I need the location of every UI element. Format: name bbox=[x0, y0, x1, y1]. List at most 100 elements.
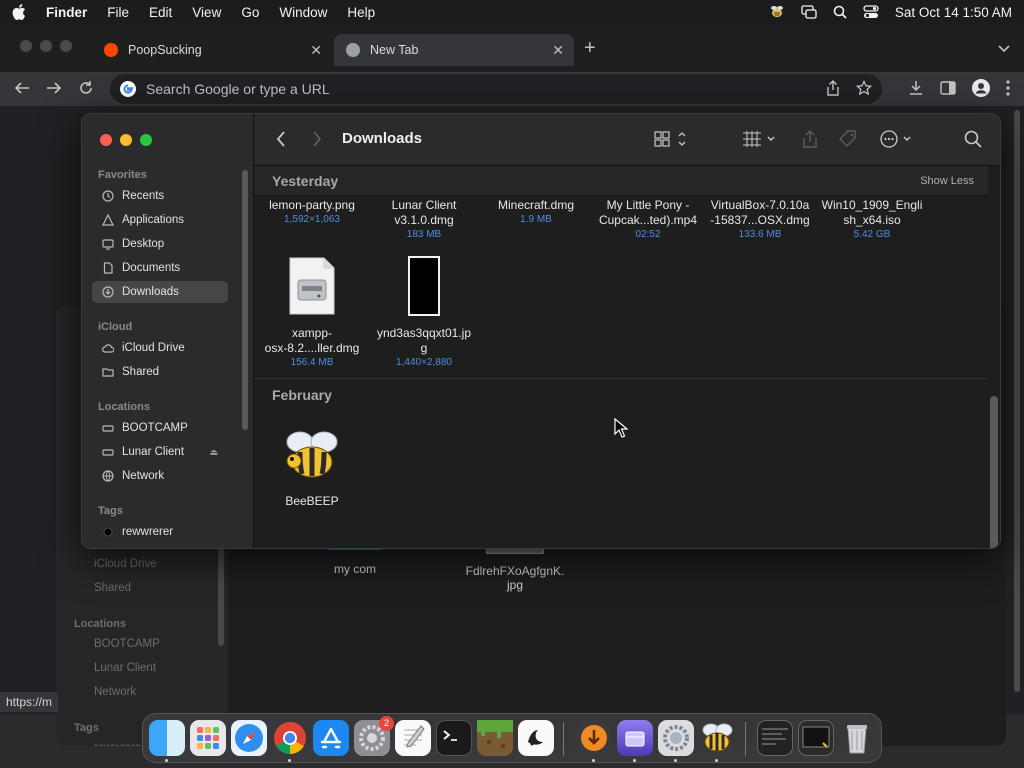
more-actions-icon[interactable] bbox=[880, 130, 916, 151]
sidebar-item-applications[interactable]: Applications bbox=[92, 209, 228, 231]
sidebar-section-locations: Locations bbox=[74, 618, 126, 630]
tab-title: PoopSucking bbox=[128, 43, 202, 57]
menu-view[interactable]: View bbox=[192, 5, 221, 20]
apple-menu-icon[interactable] bbox=[12, 4, 30, 20]
sidebar-item-lunar-client[interactable]: Lunar Client bbox=[94, 662, 156, 674]
menu-clock[interactable]: Sat Oct 14 1:50 AM bbox=[895, 5, 1012, 20]
forward-arrow-icon[interactable] bbox=[46, 80, 62, 99]
search-icon[interactable] bbox=[964, 130, 982, 151]
settings-gear-icon[interactable] bbox=[658, 720, 694, 756]
share-icon[interactable] bbox=[802, 130, 818, 151]
sidebar-item-desktop[interactable]: Desktop bbox=[92, 233, 228, 255]
side-panel-icon[interactable] bbox=[940, 81, 956, 98]
zoom-window-icon[interactable] bbox=[60, 40, 72, 52]
back-arrow-icon[interactable] bbox=[14, 80, 30, 99]
share-icon[interactable] bbox=[826, 79, 840, 99]
sidebar-tag-rewwrerer[interactable]: rewwrerer bbox=[92, 521, 228, 543]
menu-window[interactable]: Window bbox=[279, 5, 327, 20]
sidebar-item-network[interactable]: Network bbox=[94, 686, 136, 698]
sidebar-item-shared[interactable]: Shared bbox=[94, 582, 131, 594]
bee-icon[interactable] bbox=[699, 720, 735, 756]
screen-mirroring-icon[interactable] bbox=[801, 5, 817, 19]
menu-edit[interactable]: Edit bbox=[149, 5, 172, 20]
tab-poopsucking[interactable]: PoopSucking ✕ bbox=[92, 34, 332, 66]
safari-icon[interactable] bbox=[231, 720, 267, 756]
back-chevron-icon[interactable] bbox=[276, 130, 286, 151]
kebab-menu-icon[interactable] bbox=[1006, 80, 1010, 99]
bee-status-icon[interactable] bbox=[769, 5, 785, 19]
sidebar-item-label: Applications bbox=[122, 214, 185, 226]
sidebar-item-recents[interactable]: Recents bbox=[92, 185, 228, 207]
new-tab-button[interactable]: + bbox=[584, 38, 596, 58]
file-win10-iso[interactable]: Win10_1909_Engli sh_x64.iso 5.42 GB bbox=[816, 198, 928, 242]
tab-search-chevron-icon[interactable] bbox=[998, 42, 1010, 56]
close-window-icon[interactable] bbox=[20, 40, 32, 52]
file-lemon-party-png[interactable]: lemon-party.png 1,592×1,063 bbox=[256, 198, 368, 227]
sidebar-item-label: Downloads bbox=[122, 286, 179, 298]
menu-file[interactable]: File bbox=[107, 5, 129, 20]
textedit-icon[interactable] bbox=[395, 720, 431, 756]
close-tab-icon[interactable]: ✕ bbox=[552, 42, 564, 59]
sidebar-tag-rewwrerer[interactable]: rewwrerer bbox=[94, 742, 145, 746]
sidebar-scrollbar[interactable] bbox=[242, 170, 248, 430]
minimize-window-icon[interactable] bbox=[120, 134, 132, 146]
downloader-icon[interactable] bbox=[576, 720, 612, 756]
installer-icon[interactable] bbox=[617, 720, 653, 756]
file-lunar-client-dmg[interactable]: Lunar Client v3.1.0.dmg 183 MB bbox=[368, 198, 480, 242]
browser-scrollbar[interactable] bbox=[1014, 110, 1020, 692]
show-less-button[interactable]: Show Less bbox=[920, 175, 974, 187]
view-mode-grid-icon[interactable] bbox=[654, 130, 688, 151]
tag-icon[interactable] bbox=[838, 130, 858, 151]
file-minecraft-dmg[interactable]: Minecraft.dmg 1.9 MB bbox=[480, 198, 592, 227]
sidebar-item-shared[interactable]: Shared bbox=[92, 361, 228, 383]
close-tab-icon[interactable]: ✕ bbox=[310, 42, 322, 59]
settings-icon[interactable]: 2 bbox=[354, 716, 394, 756]
sidebar-item-bootcamp[interactable]: BOOTCAMP bbox=[92, 417, 228, 439]
sidebar-item-lunar-client[interactable]: Lunar Client ⏏ bbox=[92, 441, 228, 463]
spotlight-search-icon[interactable] bbox=[833, 5, 847, 19]
trash-icon[interactable] bbox=[839, 720, 875, 756]
chrome-icon[interactable] bbox=[272, 720, 308, 756]
control-center-icon[interactable] bbox=[863, 5, 879, 19]
file-xampp-dmg[interactable]: xampp- osx-8.2....ller.dmg 156.4 MB bbox=[256, 256, 368, 370]
sidebar-item-network[interactable]: Network bbox=[92, 465, 228, 487]
menu-help[interactable]: Help bbox=[347, 5, 375, 20]
forward-chevron-icon[interactable] bbox=[312, 130, 322, 151]
zoom-window-icon[interactable] bbox=[140, 134, 152, 146]
finder-icon[interactable] bbox=[149, 720, 185, 756]
file-name-line-1: Lunar Client bbox=[391, 198, 457, 212]
file-beebeep-app[interactable]: BeeBEEP bbox=[256, 428, 368, 509]
bookmark-star-icon[interactable] bbox=[855, 79, 873, 99]
app-store-icon[interactable] bbox=[313, 720, 349, 756]
lunar-client-icon[interactable] bbox=[518, 720, 554, 756]
close-window-icon[interactable] bbox=[100, 134, 112, 146]
menu-go[interactable]: Go bbox=[241, 5, 259, 20]
group-by-icon[interactable] bbox=[742, 130, 778, 151]
omnibox[interactable]: Search Google or type a URL bbox=[110, 74, 882, 104]
sidebar-item-documents[interactable]: Documents bbox=[92, 257, 228, 279]
profile-avatar-icon[interactable] bbox=[972, 79, 990, 100]
sidebar-section-icloud: iCloud bbox=[98, 321, 133, 333]
file-ynd3as3qqxt01-jpg[interactable]: ynd3as3qqxt01.jp g 1,440×2,880 bbox=[368, 256, 480, 370]
sidebar-section-tags: Tags bbox=[98, 505, 123, 517]
eject-icon[interactable]: ⏏ bbox=[209, 447, 218, 458]
menu-app-name[interactable]: Finder bbox=[46, 5, 87, 20]
sidebar-item-downloads[interactable]: Downloads bbox=[92, 281, 228, 303]
minimize-window-icon[interactable] bbox=[40, 40, 52, 52]
window-preview-icon[interactable] bbox=[798, 720, 834, 756]
sidebar-item-bootcamp[interactable]: BOOTCAMP bbox=[94, 638, 160, 650]
downloads-icon[interactable] bbox=[908, 80, 924, 99]
launchpad-icon[interactable] bbox=[190, 720, 226, 756]
reload-icon[interactable] bbox=[78, 80, 94, 99]
file-my-little-pony-mp4[interactable]: My Little Pony - Cupcak...ted).mp4 02:52 bbox=[592, 198, 704, 242]
sidebar-item-icloud-drive[interactable]: iCloud Drive bbox=[94, 558, 157, 570]
minecraft-icon[interactable] bbox=[477, 720, 513, 756]
terminal-window-icon[interactable] bbox=[757, 720, 793, 756]
file-fdlrehfxoagfgnk-jpg[interactable]: FdlrehFXoAgfgnK. jpg bbox=[458, 542, 572, 592]
content-scrollbar[interactable] bbox=[990, 396, 998, 548]
google-icon bbox=[120, 81, 136, 97]
terminal-icon[interactable] bbox=[436, 720, 472, 756]
file-virtualbox-dmg[interactable]: VirtualBox-7.0.10a -15837...OSX.dmg 133.… bbox=[704, 198, 816, 242]
sidebar-item-icloud-drive[interactable]: iCloud Drive bbox=[92, 337, 228, 359]
tab-new-tab[interactable]: New Tab ✕ bbox=[334, 34, 574, 66]
